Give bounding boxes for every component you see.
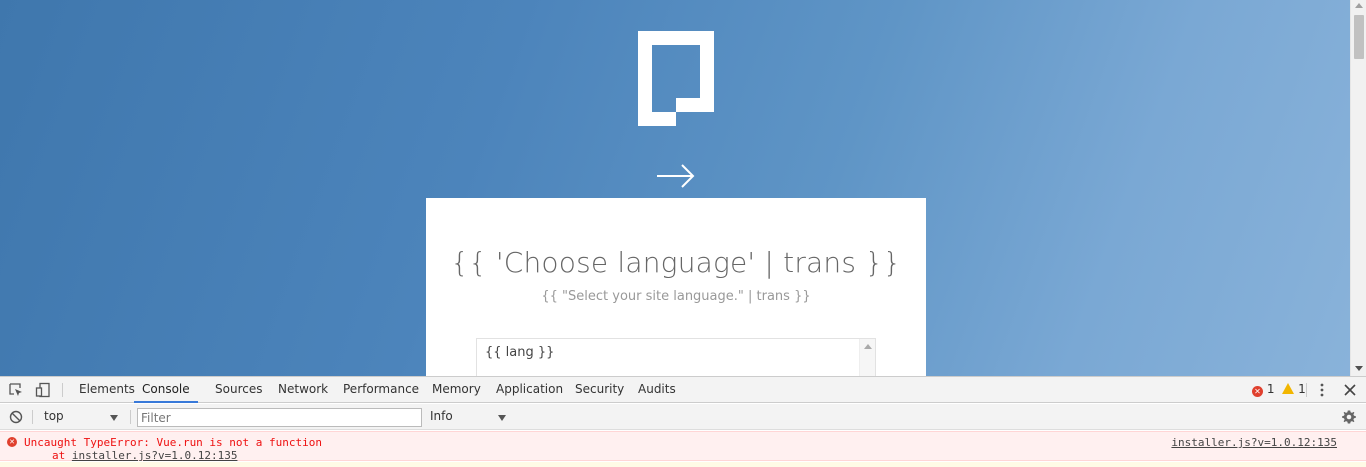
inspect-element-icon[interactable] [8,382,24,398]
error-text: Uncaught TypeError: Vue.run is not a fun… [24,436,323,449]
tab-console[interactable]: Console [134,377,198,403]
tab-audits[interactable]: Audits [638,377,676,403]
log-level-select[interactable]: Info [424,407,510,426]
divider [130,410,131,424]
devtools-tabbar: Elements Console Sources Network Perform… [0,377,1366,403]
scroll-down-icon[interactable] [1355,366,1363,371]
language-select[interactable]: {{ lang }} [476,338,876,376]
pagekit-logo-icon [638,31,714,126]
stack-source-link[interactable]: installer.js?v=1.0.12:135 [72,449,238,462]
warning-icon [1282,383,1295,394]
log-level-value: Info [430,409,453,423]
console-prompt-row[interactable] [0,462,1366,467]
context-value: top [44,409,64,423]
scroll-up-icon[interactable] [1355,3,1363,8]
warning-count: 1 [1298,382,1306,396]
arrow-right-icon[interactable] [656,163,696,189]
error-icon: ✕ [1252,386,1263,397]
tab-network[interactable]: Network [278,377,328,403]
error-source-link[interactable]: installer.js?v=1.0.12:135 [1171,436,1337,449]
stack-at-prefix: at [52,449,72,462]
page-viewport: {{ 'Choose language' | trans }} {{ "Sele… [0,0,1366,376]
context-select[interactable]: top [38,407,124,426]
divider [32,410,33,424]
card-subtitle: {{ "Select your site language." | trans … [541,289,811,304]
language-select-scrollbar[interactable] [859,339,875,376]
filter-input[interactable] [137,408,422,427]
tab-application[interactable]: Application [496,377,563,403]
page-scrollbar[interactable] [1350,0,1366,376]
tab-memory[interactable]: Memory [432,377,481,403]
error-stack-line: at installer.js?v=1.0.12:135 [52,449,237,462]
tab-performance[interactable]: Performance [343,377,419,403]
divider [1306,383,1307,397]
console-error-message: ✕ Uncaught TypeError: Vue.run is not a f… [0,431,1366,462]
language-card: {{ 'Choose language' | trans }} {{ "Sele… [426,198,926,376]
error-icon: ✕ [7,437,17,447]
tab-security[interactable]: Security [575,377,624,403]
devtools-panel: Elements Console Sources Network Perform… [0,376,1366,467]
device-toolbar-icon[interactable] [35,382,51,398]
chevron-down-icon [498,415,506,421]
scroll-thumb[interactable] [1354,15,1364,59]
card-title: {{ 'Choose language' | trans }} [450,246,902,279]
close-icon[interactable] [1342,382,1358,398]
clear-console-icon[interactable] [8,409,24,425]
console-toolbar: top Info [0,404,1366,430]
issue-counter[interactable]: ✕ 1 1 [1252,377,1306,403]
language-option[interactable]: {{ lang }} [485,345,554,360]
tab-sources[interactable]: Sources [215,377,262,403]
error-count: 1 [1266,382,1275,396]
console-output: ✕ Uncaught TypeError: Vue.run is not a f… [0,431,1366,467]
chevron-down-icon [110,415,118,421]
divider [62,383,63,397]
gear-icon[interactable] [1341,409,1357,425]
more-options-icon[interactable] [1314,382,1330,398]
tab-elements[interactable]: Elements [79,377,135,403]
scroll-up-icon[interactable] [864,344,872,349]
